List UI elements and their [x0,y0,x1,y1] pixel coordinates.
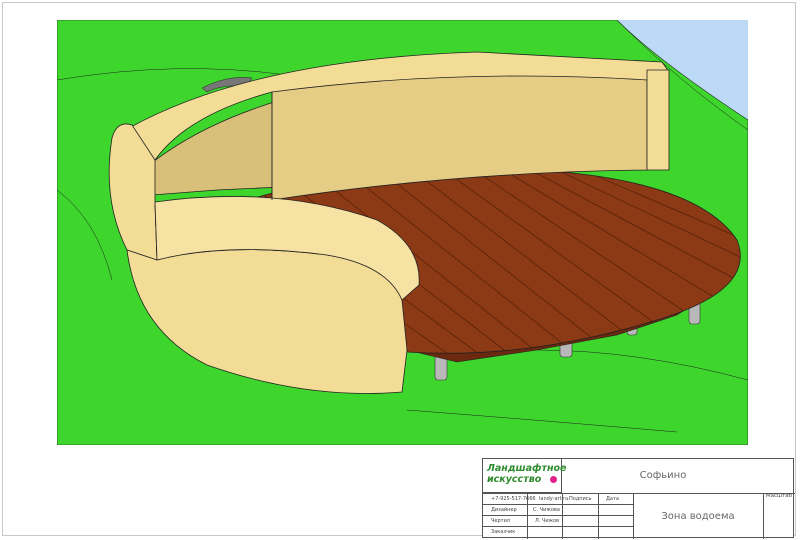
role-drafter: Чертил [491,518,511,524]
name-designer: С. Чижова [533,507,560,513]
logo-dot-icon [550,476,557,483]
logo-line1: Ландшафтное [487,463,567,474]
divider [763,493,764,539]
column-signature: Подпись [569,496,592,502]
title-block: Ландшафтное искусство Софьино +7-925-517… [482,458,795,539]
project-name: Софьино [639,470,687,481]
name-drafter: Л. Чижов [535,518,560,524]
divider [483,515,633,516]
contact-site: landy-art.ru [539,496,569,502]
divider [483,504,633,505]
divider [483,493,795,494]
divider [598,493,599,539]
role-customer: Заказчик [491,529,516,535]
contact-phone: +7-925-517-7666 [491,496,536,502]
column-date: Дата [606,496,619,502]
company-logo: Ландшафтное искусство [483,459,567,493]
3d-render-viewport [57,20,748,445]
wall-end-face [646,69,670,171]
divider [483,526,633,527]
scale-label: Масштаб [765,493,793,499]
role-designer: Дизайнер [491,507,517,513]
sheet-title: Зона водоема [661,511,735,522]
drawing-sheet: Ландшафтное искусство Софьино +7-925-517… [0,0,800,540]
